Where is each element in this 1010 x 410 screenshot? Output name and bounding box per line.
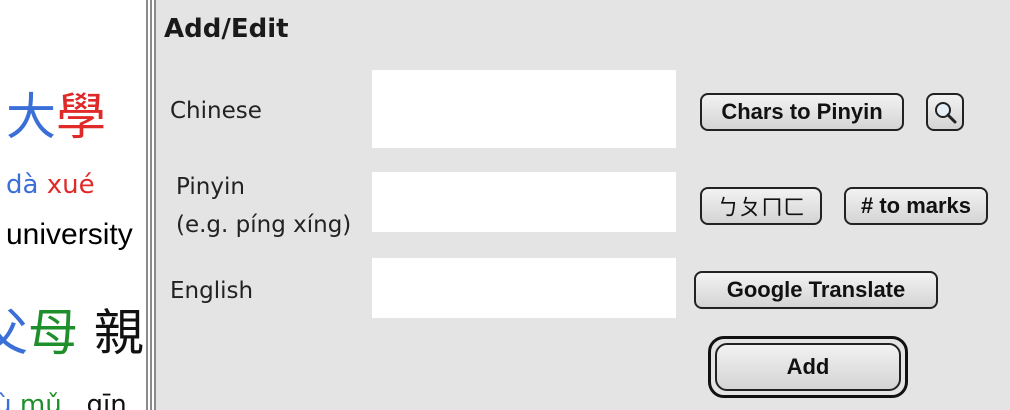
vocab-char: 母 (28, 304, 78, 362)
add-button[interactable]: Add (715, 343, 901, 391)
lookup-button[interactable] (926, 93, 964, 131)
vocab-entry-english: university (6, 218, 133, 251)
vocab-list: 大學 dà xué university 父母 親 fù mǔ qīn (0, 0, 146, 410)
google-translate-button[interactable]: Google Translate (694, 271, 938, 309)
vocab-entry-pinyin: dà xué (6, 172, 95, 198)
number-to-marks-button[interactable]: # to marks (844, 187, 988, 225)
chinese-input[interactable] (372, 70, 676, 148)
panel-title: Add/Edit (164, 14, 289, 44)
vocab-pinyin-syllable: mǔ (19, 390, 62, 410)
vocab-pinyin-syllable: qīn (86, 390, 127, 410)
vocab-char: 大 (6, 88, 56, 146)
chars-to-pinyin-button[interactable]: Chars to Pinyin (700, 93, 904, 131)
pinyin-input[interactable] (372, 172, 676, 232)
chinese-label: Chinese (170, 98, 262, 124)
add-edit-panel: Add/Edit Chinese Pinyin (e.g. píng xíng)… (156, 0, 1010, 410)
pinyin-label: Pinyin (176, 174, 245, 200)
magnifier-icon (935, 102, 957, 124)
vocab-char: 父 (0, 304, 28, 362)
vocab-char: 學 (56, 88, 106, 146)
vocab-pinyin-syllable: dà (6, 170, 39, 200)
pinyin-example-label: (e.g. píng xíng) (176, 212, 352, 238)
vocab-entry-pinyin: fù mǔ qīn (0, 392, 127, 410)
vocab-entry-characters[interactable]: 父母 親 (0, 308, 144, 358)
english-input[interactable] (372, 258, 676, 318)
vocab-pinyin-syllable: xué (46, 170, 95, 200)
pane-splitter[interactable] (146, 0, 156, 410)
english-label: English (170, 278, 254, 304)
zhuyin-button[interactable]: ㄅㄆㄇㄈ (700, 187, 822, 225)
vocab-pinyin-syllable: fù (0, 390, 12, 410)
vocab-entry-characters[interactable]: 大學 (6, 92, 106, 142)
vocab-char: 親 (93, 304, 144, 362)
